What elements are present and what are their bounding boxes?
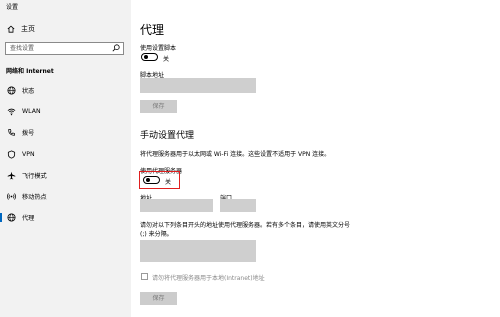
sidebar-item-dialup[interactable]: 拨号 [0, 122, 131, 143]
sidebar-item-airplane[interactable]: 飞行模式 [0, 165, 131, 186]
sidebar-item-vpn[interactable]: VPN [0, 144, 131, 165]
globe-icon [6, 213, 16, 222]
port-input[interactable] [220, 199, 256, 212]
sidebar-item-label: 代理 [22, 215, 35, 223]
save-manual-button[interactable]: 保存 [140, 292, 177, 305]
main-panel: 代理 使用设置脚本 关 脚本地址 保存 手动设置代理 将代理服务器用于以太网或 … [131, 0, 500, 317]
sidebar-item-proxy[interactable]: 代理 [0, 207, 131, 228]
phone-icon [6, 128, 16, 137]
vpn-icon [6, 150, 16, 159]
save-script-button[interactable]: 保存 [140, 100, 177, 113]
hotspot-icon [6, 192, 16, 201]
search-icon [112, 44, 120, 52]
exceptions-description: 请勿对以下列条目开头的地址使用代理服务器。若有多个条目，请使用英文分号 (;) … [140, 222, 351, 238]
section-title: 网络和 Internet [6, 68, 54, 75]
use-script-toggle-state: 关 [163, 56, 170, 63]
use-proxy-toggle-state: 关 [165, 179, 172, 186]
sidebar-item-status[interactable]: 状态 [0, 80, 131, 101]
home-icon [6, 25, 15, 33]
wifi-icon [6, 107, 16, 116]
use-script-label: 使用设置脚本 [140, 45, 177, 52]
search-input[interactable]: 查找设置 [5, 42, 124, 55]
page-title: 代理 [140, 23, 165, 37]
bypass-local-label: 请勿将代理服务器用于本地(Intranet)地址 [152, 275, 265, 282]
home-label: 主页 [21, 25, 35, 33]
airplane-icon [6, 171, 16, 180]
exceptions-input[interactable] [140, 240, 256, 262]
sidebar-item-label: VPN [22, 150, 35, 158]
manual-proxy-description: 将代理服务器用于以太网或 Wi-Fi 连接。这些设置不适用于 VPN 连接。 [140, 151, 331, 158]
sidebar-item-hotspot[interactable]: 移动热点 [0, 186, 131, 207]
use-proxy-toggle[interactable] [143, 176, 160, 184]
window-title: 设置 [6, 4, 19, 11]
address-input[interactable] [140, 199, 213, 212]
home-link[interactable]: 主页 [6, 24, 35, 34]
search-placeholder: 查找设置 [10, 45, 35, 52]
manual-proxy-heading: 手动设置代理 [140, 131, 195, 141]
sidebar-item-wlan[interactable]: WLAN [0, 101, 131, 122]
sidebar-item-label: WLAN [22, 108, 41, 116]
globe-icon [6, 86, 16, 95]
sidebar-nav: 状态 WLAN 拨号 VPN 飞行模式 移动热点 代理 [0, 80, 131, 228]
toggle-knob [146, 178, 150, 182]
sidebar-item-label: 状态 [22, 88, 35, 96]
bypass-local-checkbox[interactable] [141, 273, 148, 280]
sidebar-item-label: 飞行模式 [22, 172, 47, 180]
sidebar-item-label: 拨号 [22, 130, 35, 138]
sidebar-item-label: 移动热点 [22, 194, 47, 202]
sidebar: 设置 主页 查找设置 网络和 Internet 状态 WLAN 拨号 VPN 飞… [0, 0, 131, 317]
toggle-knob [144, 55, 148, 59]
use-script-toggle[interactable] [141, 53, 158, 61]
script-address-input[interactable] [140, 78, 256, 93]
